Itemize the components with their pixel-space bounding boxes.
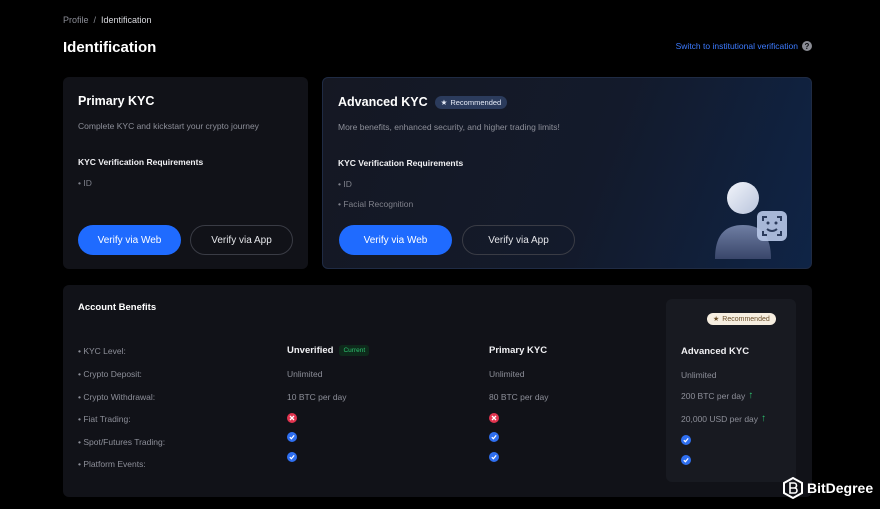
primary-kyc-card: Primary KYC Complete KYC and kickstart y…: [63, 77, 308, 269]
advanced-kyc-subtitle: More benefits, enhanced security, and hi…: [338, 122, 560, 132]
watermark-text: BitDegree: [807, 480, 874, 496]
unverified-fiat: [287, 413, 297, 423]
recommended-badge-label: Recommended: [722, 315, 770, 323]
advanced-kyc-card: Advanced KYC ★ Recommended More benefits,…: [322, 77, 812, 269]
advanced-deposit: Unlimited: [681, 370, 717, 380]
row-label-crypto-withdrawal: • Crypto Withdrawal:: [78, 392, 156, 402]
row-label-kyc-level: • KYC Level:: [78, 346, 126, 356]
advanced-withdrawal-value: 200 BTC per day: [681, 391, 746, 401]
row-label-crypto-deposit: • Crypto Deposit:: [78, 369, 142, 379]
primary-spot: [489, 432, 499, 442]
column-header-unverified: Unverified Current: [287, 345, 370, 356]
primary-kyc-title: Primary KYC: [78, 94, 155, 108]
account-benefits-panel: Account Benefits • KYC Level: • Crypto D…: [63, 285, 812, 497]
primary-events: [489, 452, 499, 462]
arrow-up-icon: ↑: [761, 413, 767, 424]
check-icon: [287, 432, 297, 442]
account-benefits-title: Account Benefits: [78, 302, 157, 313]
unverified-withdrawal: 10 BTC per day: [287, 392, 347, 402]
advanced-fiat: 20,000 USD per day ↑: [681, 413, 767, 425]
breadcrumb-current: Identification: [101, 15, 152, 25]
requirement-item: • ID: [78, 178, 92, 188]
advanced-spot: [681, 435, 691, 445]
advanced-events: [681, 455, 691, 465]
cross-icon: [287, 413, 297, 423]
help-icon[interactable]: ?: [802, 41, 812, 51]
check-icon: [489, 432, 499, 442]
face-recognition-illustration: [715, 182, 787, 259]
unverified-deposit: Unlimited: [287, 369, 323, 379]
primary-kyc-requirements-title: KYC Verification Requirements: [78, 157, 204, 167]
requirement-item: • Facial Recognition: [338, 199, 414, 209]
breadcrumb-profile[interactable]: Profile: [63, 15, 89, 25]
breadcrumb-separator: /: [93, 15, 97, 25]
unverified-spot: [287, 432, 297, 442]
row-label-spot-futures: • Spot/Futures Trading:: [78, 437, 166, 447]
advanced-withdrawal: 200 BTC per day ↑: [681, 390, 754, 402]
primary-verify-web-button[interactable]: Verify via Web: [78, 225, 181, 255]
requirement-item: • ID: [338, 179, 352, 189]
advanced-kyc-benefits-panel: ★ Recommended Advanced KYC Unlimited 200 …: [666, 299, 796, 482]
star-icon: ★: [440, 97, 448, 107]
column-header-primary: Primary KYC: [489, 345, 548, 356]
check-icon: [489, 452, 499, 462]
column-header-advanced: Advanced KYC: [681, 346, 750, 357]
check-icon: [681, 455, 691, 465]
unverified-events: [287, 452, 297, 462]
bitdegree-watermark: BitDegree: [783, 477, 873, 499]
breadcrumb: Profile / Identification: [63, 15, 152, 25]
row-label-fiat-trading: • Fiat Trading:: [78, 414, 131, 424]
cross-icon: [489, 413, 499, 423]
current-badge: Current: [339, 345, 370, 356]
unverified-header-label: Unverified: [287, 345, 334, 356]
switch-institutional-link[interactable]: Switch to institutional verification ?: [676, 41, 812, 51]
bitdegree-logo-icon: [783, 477, 803, 499]
star-icon: ★: [713, 316, 720, 323]
page-title: Identification: [63, 39, 157, 56]
check-icon: [287, 452, 297, 462]
advanced-kyc-title-text: Advanced KYC: [338, 95, 428, 109]
primary-fiat: [489, 413, 499, 423]
switch-institutional-label[interactable]: Switch to institutional verification: [676, 41, 798, 51]
advanced-kyc-title: Advanced KYC ★ Recommended: [338, 95, 508, 109]
arrow-up-icon: ↑: [748, 390, 754, 401]
check-icon: [681, 435, 691, 445]
primary-deposit: Unlimited: [489, 369, 525, 379]
primary-kyc-subtitle: Complete KYC and kickstart your crypto j…: [78, 121, 259, 131]
primary-verify-app-button[interactable]: Verify via App: [190, 225, 293, 255]
advanced-kyc-requirements-title: KYC Verification Requirements: [338, 158, 464, 168]
recommended-badge: ★ Recommended: [434, 95, 508, 109]
recommended-badge-label: Recommended: [450, 97, 502, 107]
recommended-badge: ★ Recommended: [707, 313, 776, 325]
advanced-fiat-value: 20,000 USD per day: [681, 414, 759, 424]
row-label-platform-events: • Platform Events:: [78, 459, 146, 469]
advanced-verify-app-button[interactable]: Verify via App: [462, 225, 575, 255]
primary-withdrawal: 80 BTC per day: [489, 392, 549, 402]
advanced-verify-web-button[interactable]: Verify via Web: [339, 225, 452, 255]
